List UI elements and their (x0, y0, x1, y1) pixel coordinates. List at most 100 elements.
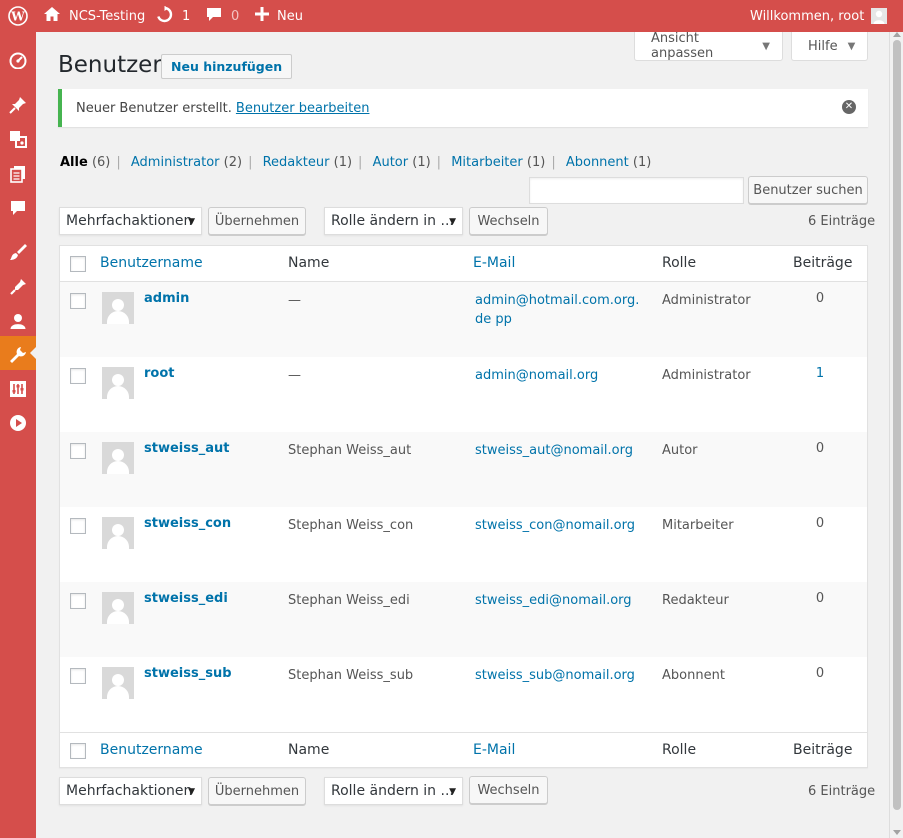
success-notice: Neuer Benutzer erstellt. Benutzer bearbe… (58, 89, 868, 127)
plus-icon (255, 7, 269, 25)
table-row: stweiss_edi Stephan Weiss_edi stweiss_ed… (60, 582, 867, 657)
apply-button-top[interactable]: Übernehmen (208, 207, 306, 235)
new-content-link[interactable]: Neu (255, 0, 303, 32)
post-count: 0 (815, 441, 825, 456)
change-button-top[interactable]: Wechseln (469, 207, 548, 235)
admin-bar: W NCS-Testing 1 0 Neu Willkommen, root (0, 0, 903, 32)
filter-all[interactable]: Alle (6) (60, 155, 110, 170)
users-table: Benutzername Name E-Mail Rolle Beiträge … (59, 245, 868, 768)
search-input[interactable] (529, 177, 744, 204)
posts-pin-icon[interactable] (8, 95, 28, 115)
media-icon[interactable] (8, 129, 28, 149)
column-posts: Beiträge (793, 255, 853, 271)
caret-down-icon: ▼ (847, 40, 856, 52)
table-row: root — admin@nomail.org Administrator 1 (60, 357, 867, 432)
avatar (102, 592, 134, 624)
comments-link[interactable]: 0 (206, 0, 239, 32)
filter-mitarbeiter[interactable]: Mitarbeiter (1) (451, 155, 545, 170)
post-count-link[interactable]: 1 (800, 366, 840, 381)
help-label: Hilfe (808, 38, 838, 54)
comments-menu-icon[interactable] (8, 198, 28, 218)
avatar (102, 367, 134, 399)
edit-user-link[interactable]: Benutzer bearbeiten (236, 101, 370, 116)
wordpress-logo-icon[interactable]: W (8, 0, 28, 32)
row-checkbox[interactable] (70, 293, 86, 309)
change-button-bottom[interactable]: Wechseln (469, 776, 548, 804)
column-username[interactable]: Benutzername (100, 255, 203, 271)
svg-text:W: W (10, 10, 25, 24)
apply-button-bottom[interactable]: Übernehmen (208, 777, 306, 805)
username-link[interactable]: root (144, 366, 175, 381)
email-link[interactable]: stweiss_con@nomail.org (475, 516, 645, 535)
site-name-label: NCS-Testing (69, 8, 146, 24)
scroll-down-arrow-icon[interactable] (893, 830, 901, 835)
comments-icon (206, 7, 222, 26)
select-all-checkbox[interactable] (70, 256, 86, 272)
my-account-link[interactable]: Willkommen, root (750, 0, 888, 32)
pages-icon[interactable] (8, 164, 28, 184)
filter-abonnent[interactable]: Abonnent (1) (566, 155, 651, 170)
row-checkbox[interactable] (70, 518, 86, 534)
user-role: Administrator (662, 293, 751, 308)
row-checkbox[interactable] (70, 368, 86, 384)
post-count: 0 (815, 666, 825, 681)
user-name: — (288, 293, 301, 308)
user-role: Administrator (662, 368, 751, 383)
page-scrollbar[interactable] (889, 32, 903, 838)
email-link[interactable]: admin@hotmail.com.org.de pp (475, 291, 645, 329)
dismiss-icon[interactable]: ✕ (842, 100, 856, 114)
dropdown-arrow-icon: ▼ (449, 787, 456, 797)
screen-options-button[interactable]: Ansicht anpassen ▼ (634, 31, 783, 61)
updates-link[interactable]: 1 (156, 0, 190, 32)
row-checkbox[interactable] (70, 443, 86, 459)
username-link[interactable]: stweiss_sub (144, 666, 232, 681)
appearance-icon[interactable] (8, 242, 28, 262)
change-role-select-top[interactable]: Rolle ändern in ... ▼ (324, 207, 463, 235)
dashboard-icon[interactable] (8, 50, 28, 70)
filter-administrator[interactable]: Administrator (2) (131, 155, 242, 170)
scroll-up-arrow-icon[interactable] (893, 32, 901, 37)
email-link[interactable]: admin@nomail.org (475, 366, 645, 385)
bulk-actions-select-top[interactable]: Mehrfachaktionen ▼ (59, 207, 202, 235)
search-users-button[interactable]: Benutzer suchen (748, 176, 868, 204)
dropdown-arrow-icon: ▼ (188, 217, 195, 227)
select-all-checkbox-bottom[interactable] (70, 743, 86, 759)
username-link[interactable]: admin (144, 291, 189, 306)
settings-icon[interactable] (8, 379, 28, 399)
row-checkbox[interactable] (70, 668, 86, 684)
user-name: Stephan Weiss_aut (288, 443, 412, 458)
email-link[interactable]: stweiss_sub@nomail.org (475, 666, 645, 685)
dropdown-arrow-icon: ▼ (188, 787, 195, 797)
play-icon[interactable] (8, 413, 28, 433)
bulk-actions-select-bottom[interactable]: Mehrfachaktionen ▼ (59, 777, 202, 805)
updates-icon (156, 5, 173, 27)
column-email[interactable]: E-Mail (473, 742, 515, 758)
items-count-bottom: 6 Einträge (808, 784, 876, 799)
avatar (102, 442, 134, 474)
site-name-link[interactable]: NCS-Testing (43, 0, 145, 32)
filter-autor[interactable]: Autor (1) (373, 155, 431, 170)
column-name: Name (288, 255, 330, 271)
help-button[interactable]: Hilfe ▼ (791, 32, 868, 61)
email-link[interactable]: stweiss_edi@nomail.org (475, 591, 645, 610)
page-title: Benutzer (58, 52, 162, 78)
admin-menu (0, 32, 37, 838)
column-username[interactable]: Benutzername (100, 742, 203, 758)
username-link[interactable]: stweiss_edi (144, 591, 228, 606)
users-icon[interactable] (8, 311, 28, 331)
add-new-user-button[interactable]: Neu hinzufügen (161, 54, 293, 79)
row-checkbox[interactable] (70, 593, 86, 609)
plugins-icon[interactable] (8, 277, 28, 297)
scrollbar-thumb[interactable] (893, 40, 901, 810)
bulk-actions-value: Mehrfachaktionen (66, 213, 193, 229)
username-link[interactable]: stweiss_aut (144, 441, 229, 456)
filter-redakteur[interactable]: Redakteur (1) (263, 155, 352, 170)
email-link[interactable]: stweiss_aut@nomail.org (475, 441, 645, 460)
column-email[interactable]: E-Mail (473, 255, 515, 271)
username-link[interactable]: stweiss_con (144, 516, 231, 531)
caret-down-icon: ▼ (762, 40, 770, 52)
change-role-select-bottom[interactable]: Rolle ändern in ... ▼ (324, 777, 463, 805)
user-role: Redakteur (662, 593, 729, 608)
tools-icon[interactable] (8, 345, 28, 365)
user-role: Autor (662, 443, 698, 458)
